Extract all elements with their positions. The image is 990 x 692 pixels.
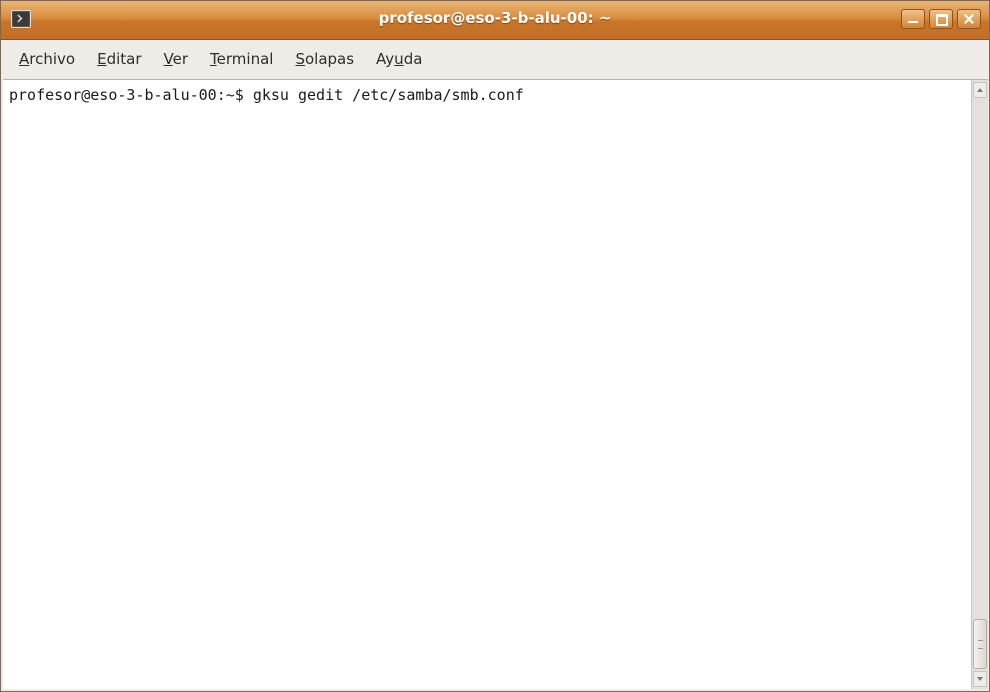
menu-bar: Archivo Editar Ver Terminal Solapas Ayud… [1, 40, 989, 78]
menu-archivo[interactable]: Archivo [19, 50, 75, 68]
title-bar[interactable]: profesor@eso-3-b-alu-00: ~ [1, 1, 989, 40]
scroll-thumb[interactable] [973, 619, 987, 669]
menu-ver[interactable]: Ver [164, 50, 189, 68]
terminal-window: profesor@eso-3-b-alu-00: ~ Archivo Edita… [0, 0, 990, 692]
window-title: profesor@eso-3-b-alu-00: ~ [378, 9, 612, 27]
terminal-line: profesor@eso-3-b-alu-00:~$ gksu gedit /e… [9, 86, 524, 104]
close-icon[interactable] [957, 9, 981, 29]
vertical-scrollbar[interactable] [971, 79, 988, 689]
scroll-down-icon[interactable] [973, 671, 987, 687]
menu-ayuda[interactable]: Ayuda [376, 50, 422, 68]
terminal-output[interactable]: profesor@eso-3-b-alu-00:~$ gksu gedit /e… [3, 79, 971, 689]
menu-editar[interactable]: Editar [97, 50, 141, 68]
menu-terminal[interactable]: Terminal [210, 50, 273, 68]
scroll-up-icon[interactable] [973, 82, 987, 98]
menu-solapas[interactable]: Solapas [295, 50, 354, 68]
window-controls [901, 9, 981, 29]
minimize-icon[interactable] [901, 9, 925, 29]
maximize-icon[interactable] [929, 9, 953, 29]
